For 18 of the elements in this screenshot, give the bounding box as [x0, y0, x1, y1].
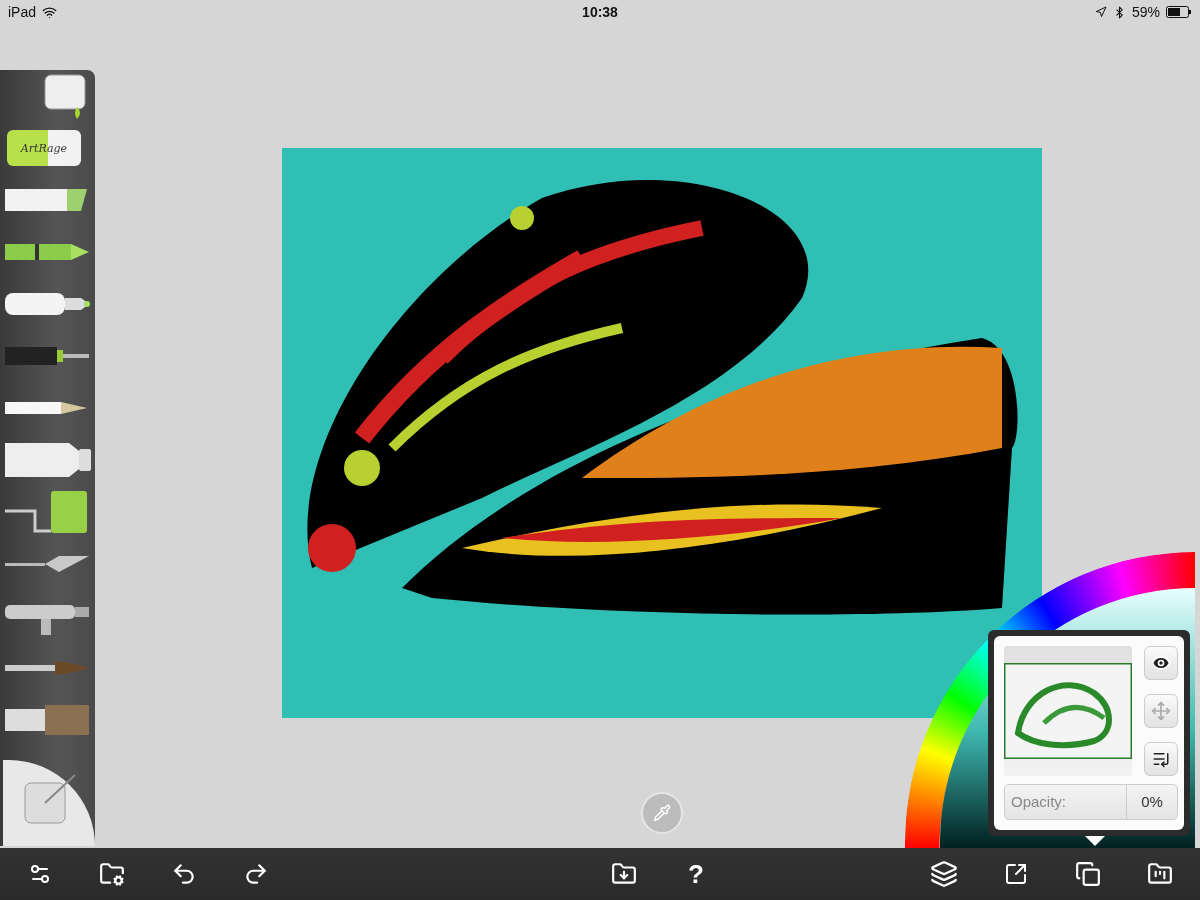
visibility-button[interactable] — [1144, 646, 1178, 680]
device-name: iPad — [8, 4, 37, 20]
layer-menu-button[interactable] — [1144, 742, 1178, 776]
wifi-icon — [42, 4, 58, 20]
location-icon — [1094, 6, 1107, 18]
move-arrows-icon — [1151, 701, 1171, 721]
battery-icon — [1166, 6, 1192, 18]
layer-thumbnail[interactable] — [1004, 646, 1132, 776]
opacity-field[interactable]: Opacity: 0% — [1004, 784, 1178, 820]
opacity-label: Opacity: — [1005, 785, 1127, 819]
eye-icon — [1151, 653, 1171, 673]
clock: 10:38 — [582, 4, 618, 20]
help-button[interactable]: ? — [676, 854, 716, 894]
opacity-value: 0% — [1140, 792, 1164, 812]
tool-settings-dial[interactable] — [3, 760, 95, 846]
battery-percent: 59% — [1131, 4, 1160, 20]
eyedropper-icon — [652, 804, 671, 822]
menu-list-icon — [1152, 750, 1170, 768]
